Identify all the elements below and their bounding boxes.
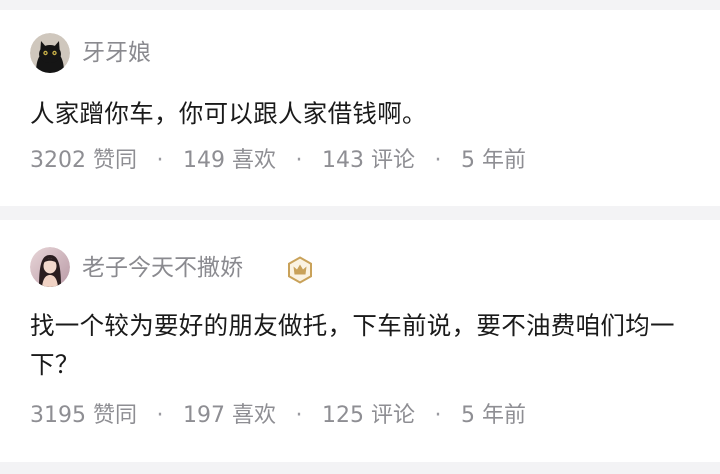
black-cat-avatar-icon [30,33,70,73]
comments-count[interactable]: 125 评论 [322,401,415,431]
dot-separator: · [295,403,303,428]
favorites-count[interactable]: 149 喜欢 [183,146,276,176]
likes-count[interactable]: 3195 赞同 [30,401,137,431]
post-time: 5 年前 [460,148,526,173]
answer-text[interactable]: 人家蹭你车，你可以跟人家借钱啊。 [30,94,690,133]
dot-separator: · [156,403,164,428]
divider-middle [0,206,720,220]
post-time: 5 年前 [460,403,526,428]
avatar[interactable] [30,247,70,287]
answer-card[interactable]: 老子今天不撒娇 找一个较为要好的朋友做托，下车前说，要不油费咱们均一下？ 319… [0,220,720,462]
answer-stats: 3202 赞同 · 149 喜欢 · 143 评论 · 5 年前 [30,146,526,176]
answer-stats: 3195 赞同 · 197 喜欢 · 125 评论 · 5 年前 [30,401,526,431]
crown-badge-shape [288,256,312,284]
answer-text[interactable]: 找一个较为要好的朋友做托，下车前说，要不油费咱们均一下？ [30,306,690,384]
girl-photo-avatar-icon [30,247,70,287]
author-name[interactable]: 牙牙娘 [82,38,151,68]
favorites-count[interactable]: 197 喜欢 [183,401,276,431]
crown-badge-icon[interactable] [286,256,314,284]
avatar[interactable] [30,33,70,73]
likes-count[interactable]: 3202 赞同 [30,146,137,176]
dot-separator: · [295,148,303,173]
answer-card[interactable]: 牙牙娘 人家蹭你车，你可以跟人家借钱啊。 3202 赞同 · 149 喜欢 · … [0,10,720,206]
author-name[interactable]: 老子今天不撒娇 [82,253,243,283]
divider-bottom [0,462,720,474]
dot-separator: · [434,403,442,428]
divider-top [0,0,720,10]
dot-separator: · [434,148,442,173]
dot-separator: · [156,148,164,173]
answer-feed: 牙牙娘 人家蹭你车，你可以跟人家借钱啊。 3202 赞同 · 149 喜欢 · … [0,0,720,474]
comments-count[interactable]: 143 评论 [322,146,415,176]
